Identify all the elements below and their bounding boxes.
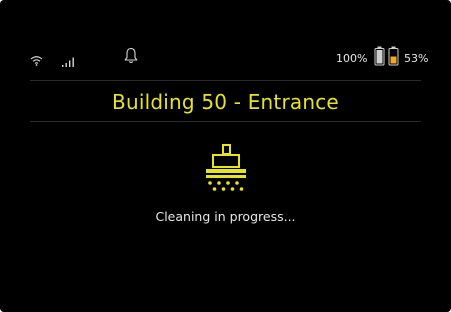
secondary-battery-percent: 53% [404, 52, 429, 65]
device-screen: 100% 53% Building 50 - Entrance Cleaning… [0, 0, 451, 312]
status-bar: 100% 53% [0, 0, 451, 80]
device-battery-percent: 100% [336, 52, 368, 65]
location-title: Building 50 - Entrance [112, 90, 339, 114]
secondary-battery-icon [388, 46, 399, 70]
bell-icon[interactable] [124, 47, 138, 68]
cleaning-machine-icon [204, 143, 248, 203]
signal-icon [62, 52, 76, 71]
wifi-icon [30, 51, 43, 70]
cleaning-status-text: Cleaning in progress... [155, 209, 296, 224]
divider [30, 80, 421, 81]
device-battery-icon [374, 46, 385, 70]
divider [30, 121, 421, 122]
